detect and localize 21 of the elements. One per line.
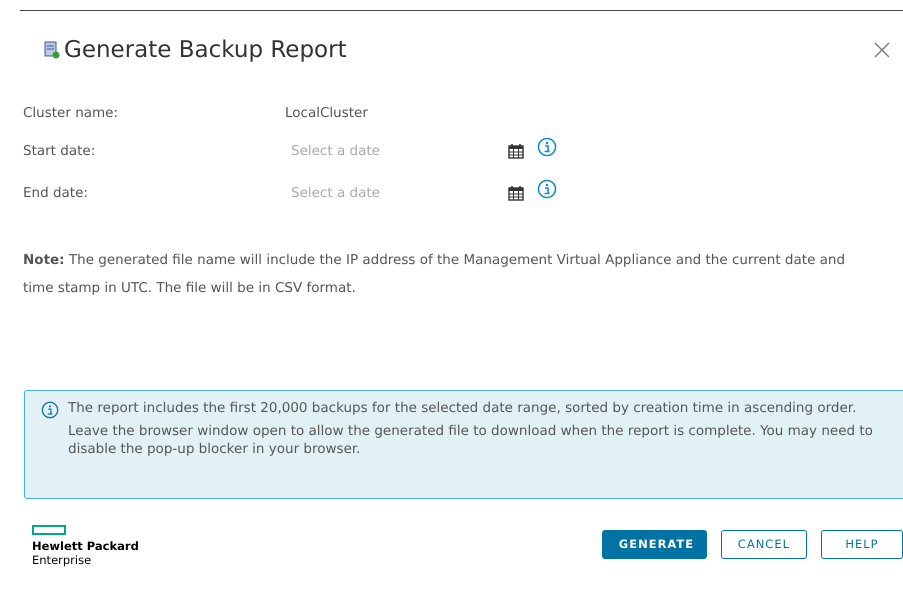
- field-label: Start date:: [23, 143, 96, 159]
- calendar-icon[interactable]: [508, 143, 524, 159]
- logo-icon: [32, 525, 66, 535]
- info-icon[interactable]: [537, 137, 557, 157]
- field-label: End date:: [23, 185, 89, 201]
- info-icon[interactable]: [537, 179, 557, 199]
- logo-text: Hewlett Packard: [32, 539, 139, 553]
- info-icon: [41, 401, 59, 419]
- report-icon: [44, 41, 60, 59]
- calendar-icon[interactable]: [508, 185, 524, 201]
- info-message: The report includes the first 20,000 backups for the selected date range, sorted by creation time in ascending order.: [68, 399, 858, 417]
- logo-text: Enterprise: [32, 553, 92, 567]
- note-text: Note: The generated file name will include the IP address of the Management Virtual Appliance and the current date and time stamp in UTC. The file will be in CSV format.: [23, 251, 846, 298]
- secondary-button[interactable]: CANCEL: [720, 530, 807, 558]
- primary-button[interactable]: GENERATE: [602, 530, 707, 558]
- dialog-title: Generate Backup Report: [64, 37, 348, 63]
- secondary-button[interactable]: HELP: [821, 530, 903, 558]
- close-icon[interactable]: [874, 42, 890, 58]
- info-message: Leave the browser window open to allow the generated file to download when the report is complete. You may need to disable the pop-up blocker in your browser.: [68, 422, 873, 458]
- field-label: Cluster name:: [23, 105, 120, 121]
- field-value: LocalCluster: [285, 105, 368, 121]
